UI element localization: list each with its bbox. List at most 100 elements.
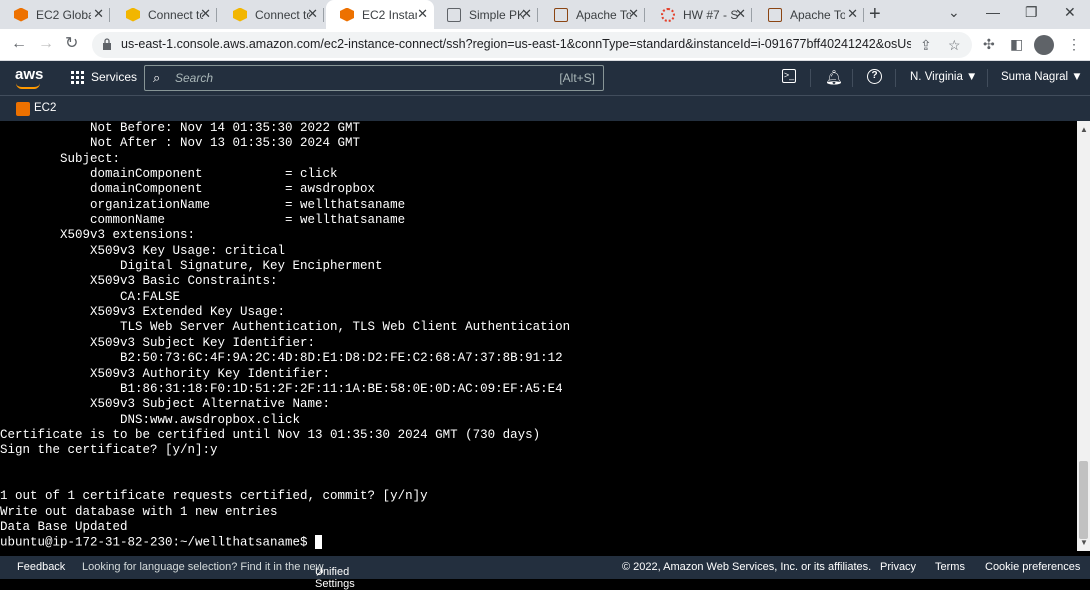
canvas-icon <box>661 7 675 22</box>
terminal-line: Not Before: Nov 14 01:35:30 2022 GMT <box>0 121 361 135</box>
search-icon: ⌕ <box>153 70 161 85</box>
aws-top-nav: aws Services ⌕ Search [Alt+S] >_ 🔔︎ ? N.… <box>0 61 1090 95</box>
scroll-up-arrow-icon[interactable]: ▲ <box>1080 125 1088 134</box>
url-text: us-east-1.console.aws.amazon.com/ec2-ins… <box>121 37 911 51</box>
notifications-bell-icon[interactable]: 🔔︎ <box>825 69 843 86</box>
terminal-line: Data Base Updated <box>0 519 128 534</box>
ec2-service-link[interactable]: EC2 <box>34 102 56 114</box>
terminal-line: Sign the certificate? [y/n]:y <box>0 443 218 458</box>
services-label: Services <box>91 70 138 84</box>
terminal-line: X509v3 Basic Constraints: <box>0 274 278 289</box>
aws-logo[interactable]: aws <box>15 66 43 83</box>
tab-search-chevron-icon[interactable]: ⌄ <box>948 4 960 21</box>
tab-title: EC2 Instanc <box>362 7 417 22</box>
account-menu[interactable]: Suma Nagral ▼ <box>1001 71 1083 83</box>
browser-tab[interactable]: Connect to ✕ <box>219 0 324 29</box>
copyright-text: © 2022, Amazon Web Services, Inc. or its… <box>622 561 872 573</box>
minimize-button[interactable]: — <box>986 4 1000 20</box>
terminal-line: DNS:www.awsdropbox.click <box>0 412 301 427</box>
maximize-button[interactable]: ❐ <box>1025 4 1038 21</box>
scroll-down-arrow-icon[interactable]: ▼ <box>1080 538 1088 547</box>
tab-close-icon[interactable]: ✕ <box>307 7 318 21</box>
address-bar[interactable]: us-east-1.console.aws.amazon.com/ec2-ins… <box>92 32 972 58</box>
terminal-line: X509v3 Subject Key Identifier: <box>0 335 316 350</box>
terms-link[interactable]: Terms <box>935 561 965 573</box>
terminal-output: Not Before: Nov 14 01:35:30 2022 GMT Not… <box>0 121 1077 535</box>
tab-close-icon[interactable]: ✕ <box>521 7 532 21</box>
tab-separator <box>109 8 110 22</box>
browser-tab-strip: EC2 Global✕Connect to✕Connect to✕EC2 Ins… <box>0 0 1090 29</box>
terminal-line: X509v3 Extended Key Usage: <box>0 305 286 320</box>
lock-icon <box>103 38 111 50</box>
header-divider <box>810 69 811 87</box>
bookmark-star-icon[interactable]: ☆ <box>948 37 961 54</box>
tab-separator <box>751 8 752 22</box>
terminal-prompt-line[interactable]: ubuntu@ip-172-31-82-230:~/wellthatsaname… <box>0 535 1077 550</box>
forward-arrow-icon[interactable]: → <box>38 35 54 53</box>
cookie-preferences-link[interactable]: Cookie preferences <box>985 561 1080 573</box>
help-icon[interactable]: ? <box>867 69 882 84</box>
privacy-link[interactable]: Privacy <box>880 561 916 573</box>
ssh-terminal[interactable]: Not Before: Nov 14 01:35:30 2022 GMT Not… <box>0 121 1077 551</box>
browser-tab[interactable]: Simple PKI ✕ <box>433 0 538 29</box>
tab-close-icon[interactable]: ✕ <box>93 7 104 21</box>
grid-icon <box>71 70 84 84</box>
search-shortcut: [Alt+S] <box>559 71 595 85</box>
terminal-line: Certificate is to be certified until Nov… <box>0 427 541 442</box>
scrollbar-thumb[interactable] <box>1079 461 1088 539</box>
terminal-line: X509v3 Key Usage: critical <box>0 243 286 258</box>
services-menu-button[interactable]: Services <box>71 70 137 84</box>
close-window-button[interactable]: ✕ <box>1064 4 1076 21</box>
browser-tab[interactable]: EC2 Instanc✕ <box>326 0 434 29</box>
cloudshell-icon[interactable]: >_ <box>782 69 796 83</box>
tab-close-icon[interactable]: ✕ <box>417 7 428 21</box>
tab-close-icon[interactable]: ✕ <box>628 7 639 21</box>
header-divider <box>895 69 896 87</box>
profile-avatar[interactable] <box>1034 35 1054 55</box>
browser-tab[interactable]: Connect to ✕ <box>112 0 217 29</box>
back-arrow-icon[interactable]: ← <box>11 35 27 53</box>
terminal-line: TLS Web Server Authentication, TLS Web C… <box>0 320 571 335</box>
browser-tab[interactable]: EC2 Global✕ <box>0 0 110 29</box>
terminal-line: Write out database with 1 new entries <box>0 504 278 519</box>
terminal-line: CA:FALSE <box>0 289 181 304</box>
extensions-puzzle-icon[interactable]: ✣ <box>983 36 995 53</box>
aws-orange-cube <box>340 7 354 22</box>
tab-title: Apache Tor <box>790 7 845 22</box>
share-icon[interactable]: ⇪ <box>920 37 932 54</box>
terminal-scrollbar[interactable]: ▲ ▼ <box>1077 121 1090 551</box>
region-selector[interactable]: N. Virginia ▼ <box>910 71 977 83</box>
browser-tab[interactable]: HW #7 - Se✕ <box>647 0 752 29</box>
tab-close-icon[interactable]: ✕ <box>735 7 746 21</box>
language-prompt: Looking for language selection? Find it … <box>82 561 324 573</box>
side-panel-icon[interactable]: ◧ <box>1010 36 1023 53</box>
search-placeholder: Search <box>175 71 214 85</box>
terminal-line: domainComponent = awsdropbox <box>0 182 376 197</box>
tab-title: Simple PKI <box>469 7 524 22</box>
aws-yellow-cube <box>233 7 247 22</box>
aws-footer: Feedback Looking for language selection?… <box>0 556 1090 590</box>
more-menu-icon[interactable]: ⋮ <box>1067 36 1081 53</box>
browser-tab[interactable]: Apache Tor ✕ <box>540 0 645 29</box>
tab-close-icon[interactable]: ✕ <box>847 7 858 21</box>
ec2-service-icon <box>16 102 30 116</box>
tab-title: Connect to <box>255 7 310 22</box>
terminal-line: Digital Signature, Key Encipherment <box>0 259 383 274</box>
search-input[interactable]: ⌕ Search [Alt+S] <box>144 65 604 91</box>
browser-tab[interactable]: Apache Tor ✕ <box>754 0 864 29</box>
tab-separator <box>323 8 324 22</box>
aws-orange-cube <box>14 7 28 22</box>
terminal-line: Not After : Nov 13 01:35:30 2024 GMT <box>0 136 361 151</box>
aws-logo-smile <box>16 83 40 89</box>
terminal-line: B2:50:73:6C:4F:9A:2C:4D:8D:E1:D8:D2:FE:C… <box>0 351 563 366</box>
terminal-line: domainComponent = click <box>0 167 338 182</box>
browser-toolbar: ← → ↻ us-east-1.console.aws.amazon.com/e… <box>0 29 1090 61</box>
terminal-line: X509v3 extensions: <box>0 228 196 243</box>
feedback-link[interactable]: Feedback <box>17 561 65 573</box>
reload-icon[interactable]: ↻ <box>65 35 78 53</box>
aws-yellow-cube <box>126 7 140 22</box>
new-tab-button[interactable]: + <box>869 4 881 24</box>
tab-close-icon[interactable]: ✕ <box>200 7 211 21</box>
